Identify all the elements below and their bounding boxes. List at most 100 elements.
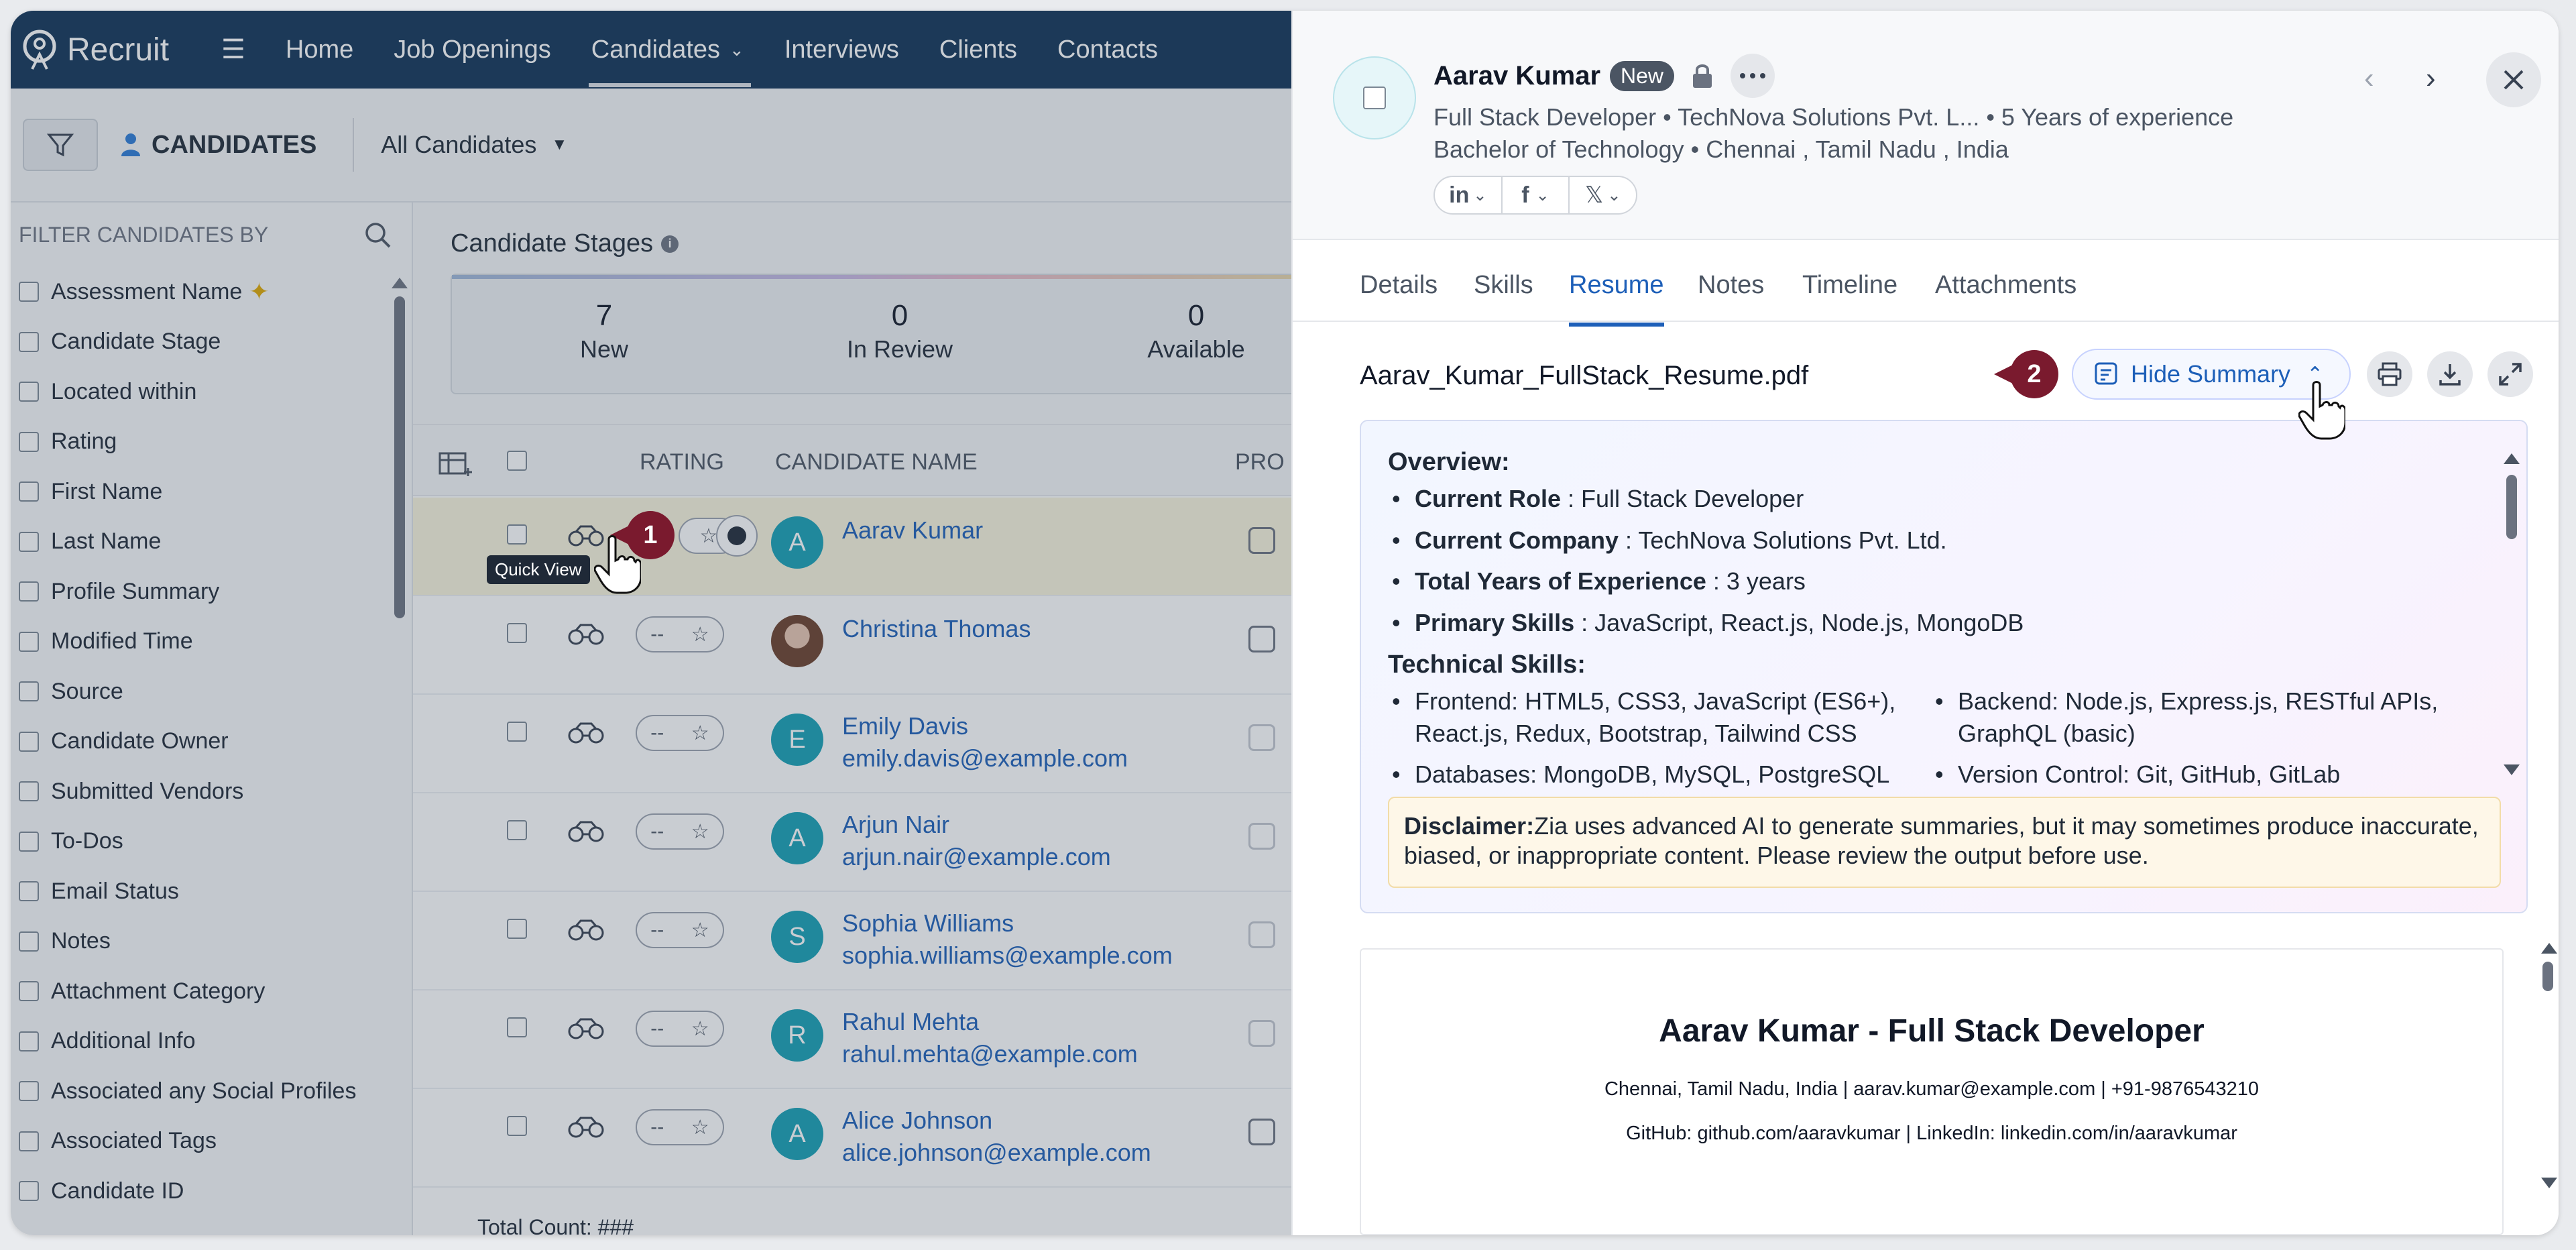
expand-button[interactable] [2487, 351, 2533, 397]
filter-checkbox[interactable] [19, 631, 39, 652]
filter-item[interactable]: Attachment Category [19, 966, 412, 1017]
rating-pill[interactable]: -- ☆ [636, 1109, 724, 1145]
filter-item[interactable]: To-Dos [19, 817, 412, 867]
filter-item[interactable]: Candidate ID [19, 1166, 412, 1216]
filter-checkbox[interactable] [19, 1081, 39, 1102]
filter-checkbox[interactable] [19, 1181, 39, 1202]
info-icon[interactable]: i [661, 235, 679, 253]
header-rating[interactable]: RATING [640, 449, 724, 475]
candidate-name-link[interactable]: Rahul Mehta [842, 1008, 979, 1036]
scroll-up-icon[interactable] [392, 278, 408, 288]
note-icon[interactable] [1248, 724, 1275, 751]
candidate-name-link[interactable]: Aarav Kumar [842, 516, 983, 545]
candidate-name-link[interactable]: Alice Johnson [842, 1106, 992, 1135]
nav-interviews[interactable]: Interviews [784, 11, 899, 89]
table-row[interactable]: -- ☆ Christina Thomas [413, 596, 1291, 695]
filter-checkbox[interactable] [19, 382, 39, 402]
column-settings-icon[interactable] [438, 451, 472, 477]
tab-skills[interactable]: Skills [1474, 271, 1533, 300]
rating-pill[interactable]: -- ☆ [636, 813, 724, 850]
candidate-email-link[interactable]: rahul.mehta@example.com [842, 1040, 1138, 1068]
filter-item[interactable]: Submitted Vendors [19, 766, 412, 817]
filter-checkbox[interactable] [19, 981, 39, 1002]
nav-candidates[interactable]: Candidates ⌄ [588, 11, 751, 89]
filter-item[interactable]: Candidate Owner [19, 717, 412, 767]
resume-scrollbar[interactable] [2542, 962, 2553, 991]
rating-pill[interactable]: -- ☆ [636, 715, 724, 751]
header-candidate-name[interactable]: CANDIDATE NAME [775, 449, 978, 475]
filter-checkbox[interactable] [19, 781, 39, 802]
filter-item[interactable]: Associated Tags [19, 1117, 412, 1167]
stage-new[interactable]: 7 New [504, 299, 705, 363]
filter-checkbox[interactable] [19, 731, 39, 752]
filter-item[interactable]: Associated any Social Profiles [19, 1066, 412, 1117]
note-icon[interactable] [1248, 921, 1275, 948]
note-icon[interactable] [1248, 1119, 1275, 1145]
filter-checkbox[interactable] [19, 481, 39, 502]
download-button[interactable] [2427, 351, 2473, 397]
filter-item[interactable]: Notes [19, 917, 412, 967]
scroll-up-icon[interactable] [2504, 453, 2520, 464]
filter-checkbox[interactable] [19, 1131, 39, 1151]
select-all-checkbox[interactable] [507, 451, 527, 471]
filter-checkbox[interactable] [19, 431, 39, 452]
candidate-name-link[interactable]: Arjun Nair [842, 811, 949, 839]
filter-checkbox[interactable] [19, 681, 39, 702]
quick-view-icon[interactable] [567, 1116, 605, 1139]
lock-icon[interactable] [1690, 62, 1714, 89]
close-panel-button[interactable] [2486, 52, 2541, 107]
filter-checkbox[interactable] [19, 831, 39, 852]
candidate-name-link[interactable]: Emily Davis [842, 712, 968, 740]
note-icon[interactable] [1248, 1020, 1275, 1047]
row-checkbox[interactable] [507, 1017, 527, 1037]
candidate-email-link[interactable]: arjun.nair@example.com [842, 843, 1111, 871]
filter-checkbox[interactable] [19, 931, 39, 952]
filter-item[interactable]: Last Name [19, 517, 412, 567]
tab-details[interactable]: Details [1360, 271, 1438, 300]
candidate-name-link[interactable]: Sophia Williams [842, 909, 1014, 937]
note-icon[interactable] [1248, 527, 1275, 554]
filter-item[interactable]: Email Status [19, 866, 412, 917]
select-candidate-checkbox[interactable] [1363, 87, 1386, 109]
table-row[interactable]: -- ☆ S Sophia Williams sophia.williams@examp… [413, 892, 1291, 990]
tab-timeline[interactable]: Timeline [1802, 271, 1897, 300]
nav-job-openings[interactable]: Job Openings [394, 11, 551, 89]
candidate-email-link[interactable]: alice.johnson@example.com [842, 1139, 1151, 1167]
summary-scrollbar[interactable] [2506, 475, 2517, 539]
nav-clients[interactable]: Clients [939, 11, 1017, 89]
filter-item[interactable]: Additional Info [19, 1017, 412, 1067]
menu-icon[interactable]: ☰ [221, 34, 245, 65]
table-row[interactable]: -- ☆ E Emily Davis emily.davis@example.com [413, 695, 1291, 793]
scroll-down-icon[interactable] [2504, 764, 2520, 775]
nav-home[interactable]: Home [286, 11, 353, 89]
candidate-email-link[interactable]: sophia.williams@example.com [842, 942, 1173, 970]
filter-item[interactable]: Assessment Name ✦ [19, 267, 412, 317]
tab-resume[interactable]: Resume [1569, 271, 1664, 327]
stage-available[interactable]: 0 Available [1096, 299, 1297, 363]
rating-pill[interactable]: -- ☆ [636, 912, 724, 948]
row-checkbox[interactable] [507, 919, 527, 939]
filter-checkbox[interactable] [19, 282, 39, 302]
header-pro[interactable]: PRO [1235, 449, 1285, 475]
table-row[interactable]: -- ☆ A Alice Johnson alice.johnson@example.c… [413, 1089, 1291, 1188]
filter-item[interactable]: Candidate Stage [19, 317, 412, 367]
filter-item[interactable]: Source [19, 667, 412, 717]
row-checkbox[interactable] [507, 820, 527, 840]
filter-checkbox[interactable] [19, 331, 39, 352]
scroll-up-icon[interactable] [2541, 943, 2557, 954]
facebook-dropdown[interactable]: f ⌄ [1503, 176, 1570, 215]
candidate-email-link[interactable]: emily.davis@example.com [842, 744, 1128, 773]
filter-item[interactable]: Located within [19, 367, 412, 417]
print-button[interactable] [2367, 351, 2412, 397]
candidate-name-link[interactable]: Christina Thomas [842, 615, 1031, 643]
next-record-icon[interactable]: › [2426, 62, 2436, 95]
filter-checkbox[interactable] [19, 531, 39, 552]
quick-view-icon[interactable] [567, 722, 605, 744]
filter-item[interactable]: Modified Time [19, 617, 412, 667]
table-row[interactable]: -- ☆ R Rahul Mehta rahul.mehta@example.com [413, 990, 1291, 1089]
note-icon[interactable] [1248, 626, 1275, 652]
linkedin-dropdown[interactable]: in ⌄ [1435, 176, 1503, 215]
filter-checkbox[interactable] [19, 1031, 39, 1052]
nav-contacts[interactable]: Contacts [1057, 11, 1158, 89]
note-icon[interactable] [1248, 823, 1275, 850]
